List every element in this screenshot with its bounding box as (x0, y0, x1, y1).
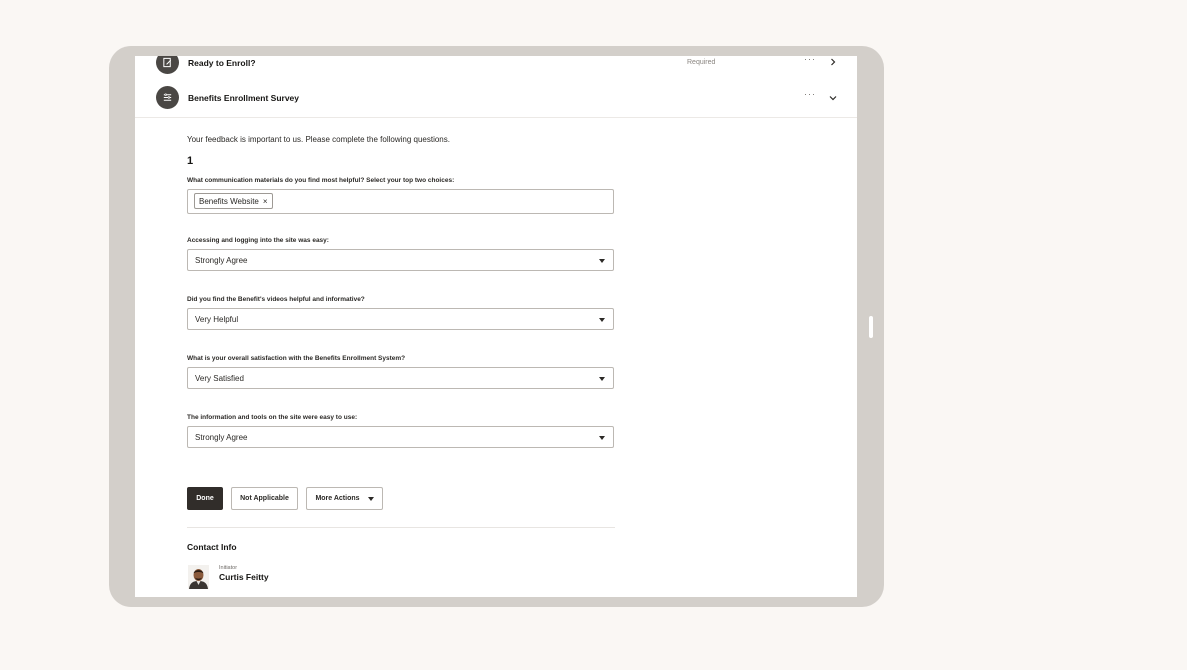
dropdown-caret-icon (599, 436, 605, 440)
chip-label: Benefits Website (199, 196, 259, 206)
contact-role: Initiator (219, 565, 238, 571)
remove-chip-icon[interactable]: × (263, 197, 268, 206)
question-label: What is your overall satisfaction with t… (187, 355, 406, 362)
avatar (188, 565, 209, 589)
communication-materials-select[interactable]: Benefits Website × (187, 189, 614, 214)
chevron-down-icon[interactable] (829, 94, 837, 102)
select-value: Very Satisfied (195, 374, 244, 383)
select-value: Strongly Agree (195, 256, 248, 265)
more-options-icon[interactable]: ··· (804, 56, 816, 64)
question-label: The information and tools on the site we… (187, 414, 358, 421)
more-options-icon[interactable]: ··· (804, 89, 816, 99)
app-screen: Ready to Enroll? Required ··· Benefits E… (135, 56, 857, 597)
dropdown-caret-icon (599, 259, 605, 263)
videos-helpful-select[interactable]: Very Helpful (187, 308, 614, 330)
select-value: Very Helpful (195, 315, 239, 324)
more-actions-label: More Actions (315, 495, 360, 502)
done-button[interactable]: Done (187, 487, 223, 510)
section-divider (187, 527, 615, 528)
dropdown-caret-icon (599, 377, 605, 381)
task-row-benefits-survey[interactable]: Benefits Enrollment Survey ··· (135, 79, 857, 118)
dropdown-caret-icon (599, 318, 605, 322)
question-label: What communication materials do you find… (187, 177, 455, 184)
task-row-ready-to-enroll[interactable]: Ready to Enroll? Required ··· (135, 56, 857, 80)
contact-name[interactable]: Curtis Feitty (219, 572, 269, 582)
select-value: Strongly Agree (195, 433, 248, 442)
survey-page-number: 1 (187, 155, 194, 167)
tools-easy-select[interactable]: Strongly Agree (187, 426, 614, 448)
site-access-select[interactable]: Strongly Agree (187, 249, 614, 271)
overall-satisfaction-select[interactable]: Very Satisfied (187, 367, 614, 389)
contact-info-title: Contact Info (187, 542, 237, 552)
tablet-frame: Ready to Enroll? Required ··· Benefits E… (109, 46, 884, 607)
document-edit-icon (156, 56, 179, 74)
question-label: Did you find the Benefit's videos helpfu… (187, 296, 365, 303)
survey-intro: Your feedback is important to us. Please… (187, 135, 450, 144)
chevron-right-icon[interactable] (829, 58, 837, 66)
more-actions-button[interactable]: More Actions (306, 487, 383, 510)
tablet-side-button (869, 316, 873, 338)
question-label: Accessing and logging into the site was … (187, 237, 329, 244)
task-title: Ready to Enroll? (188, 58, 256, 68)
not-applicable-button[interactable]: Not Applicable (231, 487, 298, 510)
selected-chip: Benefits Website × (194, 193, 273, 209)
task-status: Required (687, 59, 716, 66)
dropdown-caret-icon (367, 496, 374, 501)
task-title: Benefits Enrollment Survey (188, 93, 300, 103)
survey-list-icon (156, 86, 179, 109)
